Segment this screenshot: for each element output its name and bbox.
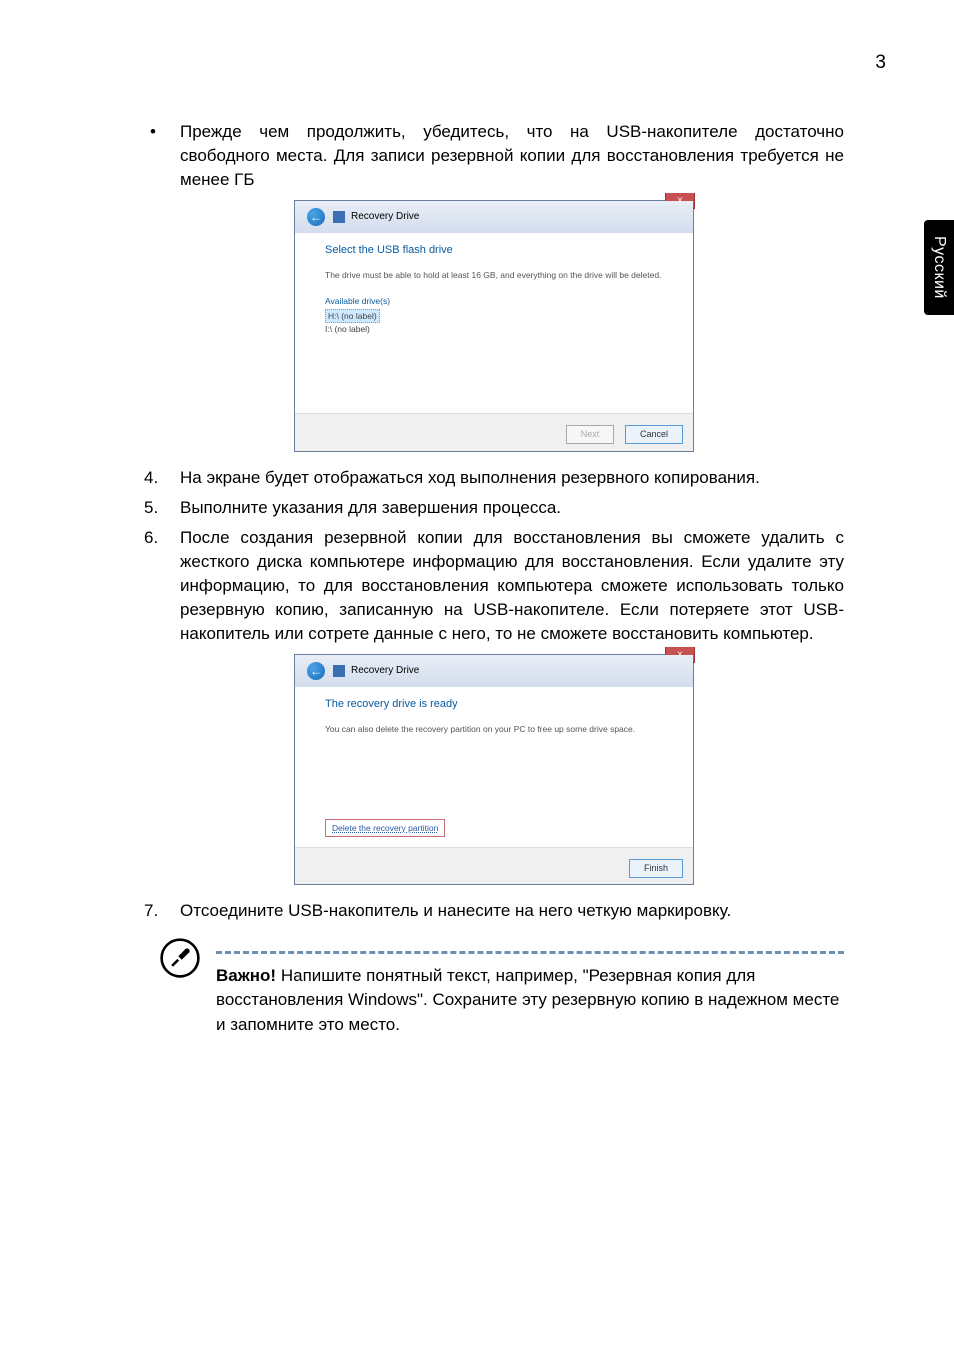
drive-list: H:\ (no label) I:\ (no label): [325, 309, 671, 335]
language-tab: Русский: [924, 220, 954, 315]
note-text: Важно! Напишите понятный текст, например…: [216, 964, 844, 1036]
screenshot-1-wrap: x ← Recovery Drive Select the USB flash …: [144, 200, 844, 451]
available-drives-label: Available drive(s): [325, 295, 671, 307]
drive-icon: [333, 211, 345, 223]
page-number: 3: [875, 52, 886, 74]
item-7-text: Отсоедините USB-накопитель и нанесите на…: [180, 899, 844, 923]
num-marker-6: 6.: [144, 526, 180, 647]
dialog-heading: The recovery drive is ready: [325, 697, 671, 713]
dialog-title: Recovery Drive: [351, 664, 419, 678]
item-6-text: После создания резервной копии для восст…: [180, 526, 844, 647]
recovery-drive-dialog-select: x ← Recovery Drive Select the USB flash …: [294, 200, 694, 451]
drive-icon: [333, 665, 345, 677]
dialog-description: The drive must be able to hold at least …: [325, 269, 671, 281]
back-icon[interactable]: ←: [307, 208, 325, 226]
dialog-title: Recovery Drive: [351, 210, 419, 224]
note-icon-column: [144, 937, 216, 1036]
item-5-text: Выполните указания для завершения процес…: [180, 496, 844, 520]
drive-option-i[interactable]: I:\ (no label): [325, 323, 671, 335]
numbered-list-2: 7. Отсоедините USB-накопитель и нанесите…: [144, 899, 844, 923]
list-item: 4. На экране будет отображаться ход выпо…: [144, 466, 844, 490]
dialog-titlebar: ← Recovery Drive: [295, 655, 693, 687]
note-strong: Важно!: [216, 966, 276, 985]
num-marker-7: 7.: [144, 899, 180, 923]
dialog-footer: Finish: [295, 847, 693, 884]
pin-icon: [159, 937, 201, 979]
bullet-marker: •: [144, 120, 180, 192]
dialog-heading: Select the USB flash drive: [325, 243, 671, 259]
note-divider: [216, 951, 844, 954]
delete-partition-link[interactable]: Delete the recovery partition: [325, 819, 445, 837]
drive-option-h[interactable]: H:\ (no label): [325, 309, 380, 323]
dialog-titlebar: ← Recovery Drive: [295, 201, 693, 233]
dialog-footer: Next Cancel: [295, 413, 693, 450]
recovery-drive-dialog-ready: x ← Recovery Drive The recovery drive is…: [294, 654, 694, 885]
bullet-text: Прежде чем продолжить, убедитесь, что на…: [180, 120, 844, 192]
important-note: Важно! Напишите понятный текст, например…: [144, 937, 844, 1036]
list-item: 7. Отсоедините USB-накопитель и нанесите…: [144, 899, 844, 923]
dialog-description: You can also delete the recovery partiti…: [325, 723, 671, 735]
list-item: 6. После создания резервной копии для во…: [144, 526, 844, 647]
num-marker-4: 4.: [144, 466, 180, 490]
page-content: • Прежде чем продолжить, убедитесь, что …: [144, 120, 844, 1037]
back-icon[interactable]: ←: [307, 662, 325, 680]
next-button[interactable]: Next: [566, 425, 615, 444]
dialog-body: The recovery drive is ready You can also…: [295, 687, 693, 847]
numbered-list: 4. На экране будет отображаться ход выпо…: [144, 466, 844, 647]
cancel-button[interactable]: Cancel: [625, 425, 683, 444]
note-body: Важно! Напишите понятный текст, например…: [216, 937, 844, 1036]
screenshot-2-wrap: x ← Recovery Drive The recovery drive is…: [144, 654, 844, 885]
finish-button[interactable]: Finish: [629, 859, 683, 878]
bullet-item: • Прежде чем продолжить, убедитесь, что …: [144, 120, 844, 192]
dialog-body: Select the USB flash drive The drive mus…: [295, 233, 693, 413]
list-item: 5. Выполните указания для завершения про…: [144, 496, 844, 520]
item-4-text: На экране будет отображаться ход выполне…: [180, 466, 844, 490]
note-rest: Напишите понятный текст, например, "Резе…: [216, 966, 839, 1033]
num-marker-5: 5.: [144, 496, 180, 520]
